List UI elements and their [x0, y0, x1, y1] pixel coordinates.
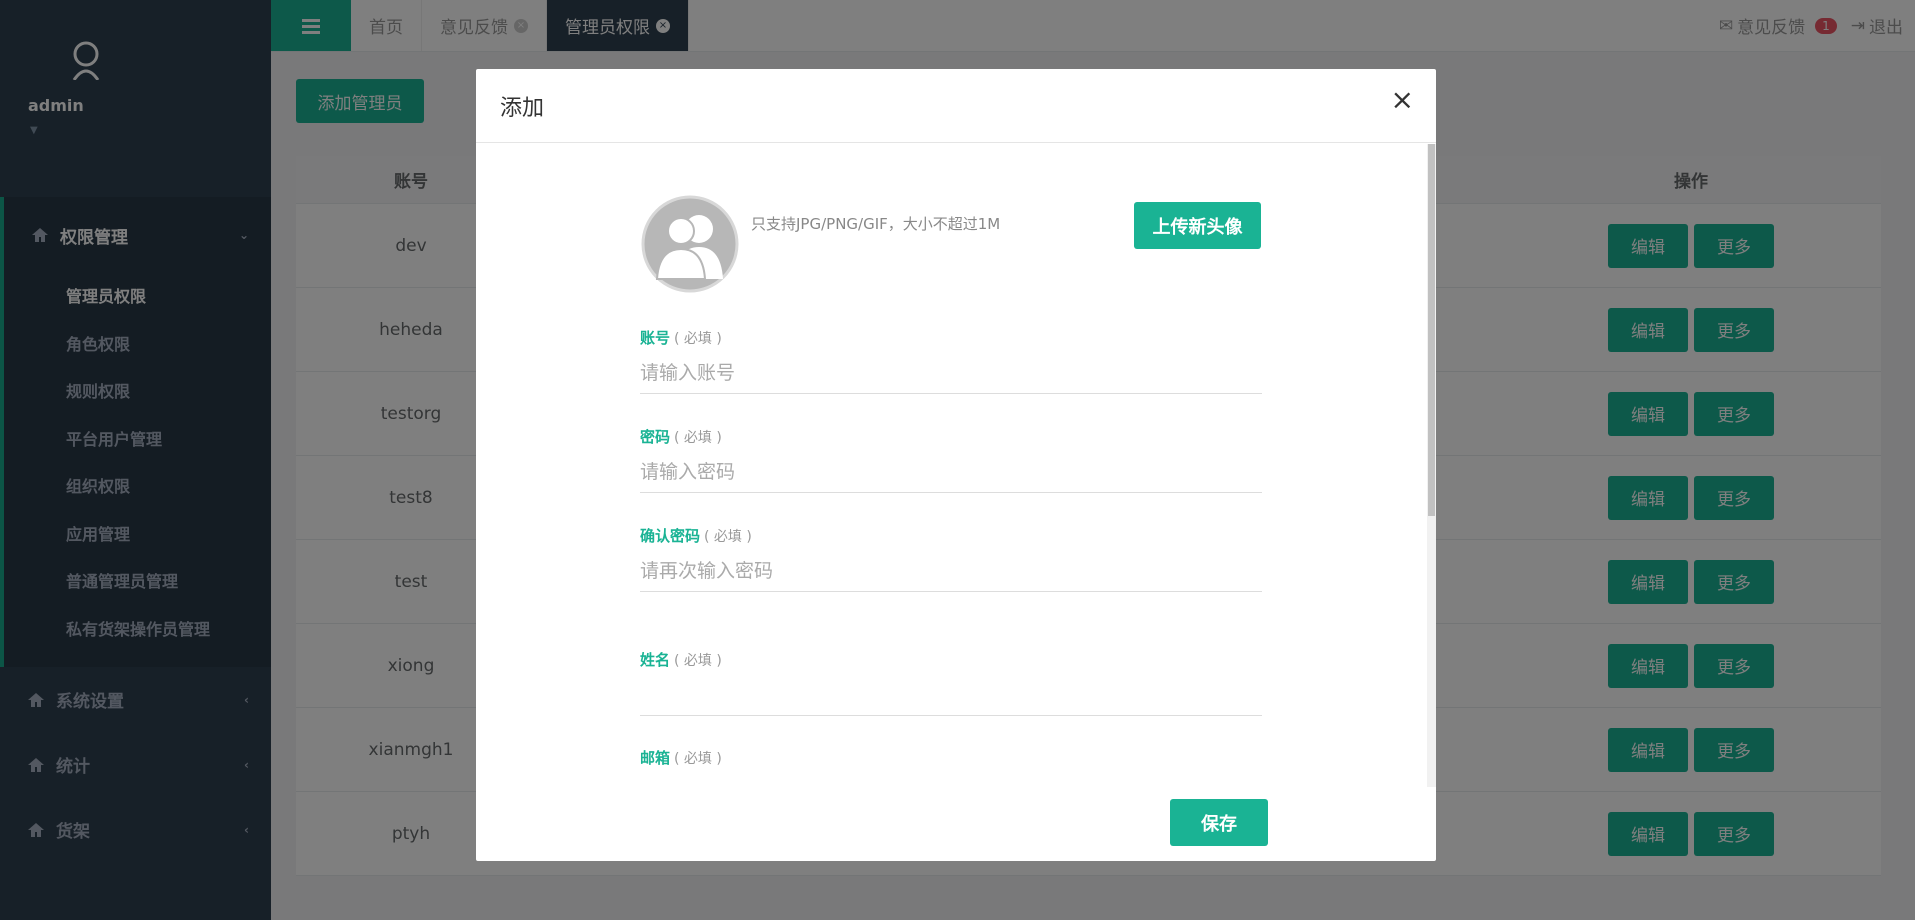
confirm-password-input[interactable]	[640, 550, 1262, 592]
password-field: 密码( 必填 )	[640, 426, 1262, 493]
required-hint: ( 必填 )	[674, 331, 722, 347]
account-label-text: 账号	[640, 329, 671, 347]
required-hint: ( 必填 )	[674, 430, 722, 446]
required-hint: ( 必填 )	[704, 529, 752, 545]
modal-scrollbar[interactable]	[1427, 144, 1436, 787]
name-label-text: 姓名	[640, 651, 671, 669]
save-button[interactable]: 保存	[1170, 799, 1268, 846]
modal-title: 添加	[500, 95, 545, 121]
password-label-text: 密码	[640, 428, 671, 446]
name-input[interactable]	[640, 674, 1262, 716]
confirm-password-label-text: 确认密码	[640, 527, 701, 545]
name-field: 姓名( 必填 )	[640, 649, 1262, 716]
required-hint: ( 必填 )	[674, 653, 722, 669]
close-icon[interactable]: ×	[1391, 83, 1414, 116]
upload-hint: 只支持JPG/PNG/GIF，大小不超过1M	[751, 215, 1001, 233]
required-hint: ( 必填 )	[674, 751, 722, 767]
upload-avatar-button[interactable]: 上传新头像	[1134, 202, 1261, 249]
password-label: 密码( 必填 )	[640, 426, 1262, 447]
email-label-text: 邮箱	[640, 749, 671, 767]
email-label: 邮箱( 必填 )	[640, 747, 1262, 768]
confirm-password-label: 确认密码( 必填 )	[640, 525, 1262, 546]
account-field: 账号( 必填 )	[640, 327, 1262, 394]
avatar-upload-section: 只支持JPG/PNG/GIF，大小不超过1M 上传新头像	[641, 195, 1261, 295]
password-input[interactable]	[640, 451, 1262, 493]
modal-header: 添加	[476, 69, 1436, 143]
name-label: 姓名( 必填 )	[640, 649, 1262, 670]
scrollbar-thumb[interactable]	[1428, 144, 1435, 516]
account-input[interactable]	[640, 352, 1262, 394]
default-avatar-icon	[641, 195, 739, 293]
account-label: 账号( 必填 )	[640, 327, 1262, 348]
email-field: 邮箱( 必填 )	[640, 747, 1262, 768]
confirm-password-field: 确认密码( 必填 )	[640, 525, 1262, 592]
add-admin-modal: 添加 × 只支持JPG/PNG/GIF，大小不超过1M 上传新头像 账号( 必填…	[476, 69, 1436, 861]
